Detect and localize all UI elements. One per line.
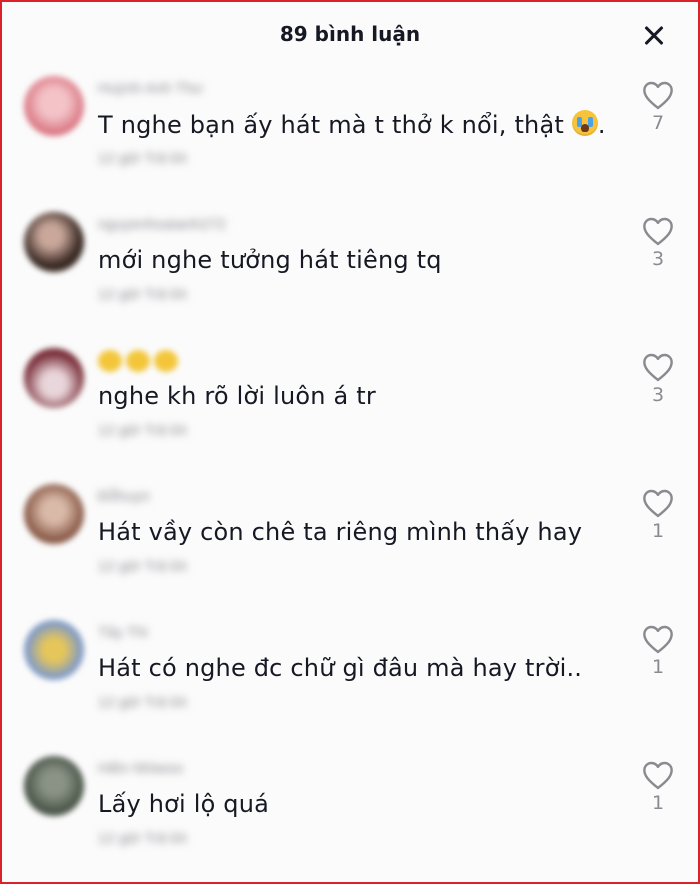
username-emoji[interactable]	[98, 350, 188, 372]
comment-meta[interactable]: 12 giờ Trả lời	[98, 694, 187, 711]
comment-meta[interactable]: 12 giờ Trả lời	[98, 150, 187, 167]
comment-text: nghe kh rõ lời luôn á tr	[98, 382, 376, 410]
comment-item: Hiền Nhiwoo Lấy hơi lộ quá 12 giờ Trả lờ…	[2, 756, 698, 892]
comment-meta[interactable]: 12 giờ Trả lời	[98, 422, 187, 439]
avatar[interactable]	[24, 212, 84, 272]
heart-icon	[643, 761, 673, 790]
like-button[interactable]: 1	[638, 624, 678, 678]
comment-username[interactable]: Đỗhuyn	[98, 488, 150, 505]
like-count: 1	[651, 520, 665, 542]
loudly-crying-face-icon	[571, 110, 598, 136]
like-button[interactable]: 7	[638, 80, 678, 134]
comment-username[interactable]: Tây Thi	[98, 624, 148, 641]
heart-icon	[643, 217, 673, 246]
comment-text: Hát có nghe đc chữ gì đâu mà hay trời..	[98, 654, 583, 682]
avatar[interactable]	[24, 756, 84, 816]
comment-meta[interactable]: 12 giờ Trả lời	[98, 286, 187, 303]
comment-username[interactable]: Hiền Nhiwoo	[98, 760, 183, 777]
comment-text-suffix: .	[597, 111, 606, 139]
avatar[interactable]	[24, 620, 84, 680]
comment-text: T nghe bạn ấy hát mà t thở k nổi, thật .	[98, 110, 606, 139]
avatar[interactable]	[24, 348, 84, 408]
comment-item: nguyenhoaianh272 mới nghe tưởng hát tiên…	[2, 212, 698, 348]
like-button[interactable]: 3	[638, 216, 678, 270]
comment-meta[interactable]: 12 giờ Trả lời	[98, 830, 187, 847]
comment-username[interactable]: Huỳnh Anh Thư	[98, 80, 203, 97]
comment-item: Huỳnh Anh Thư T nghe bạn ấy hát mà t thở…	[2, 76, 698, 212]
avatar[interactable]	[24, 76, 84, 136]
comment-text: Lấy hơi lộ quá	[98, 790, 270, 818]
avatar[interactable]	[24, 484, 84, 544]
comment-meta[interactable]: 12 giờ Trả lời	[98, 558, 187, 575]
comment-count-title: 89 bình luận	[279, 22, 421, 46]
comment-text: mới nghe tưởng hát tiêng tq	[98, 246, 442, 274]
heart-icon	[643, 81, 673, 110]
comment-item: nghe kh rõ lời luôn á tr 12 giờ Trả lời …	[2, 348, 698, 484]
comment-username[interactable]: nguyenhoaianh272	[98, 216, 226, 233]
comments-panel: 89 bình luận Huỳnh Anh Thư T nghe bạn ấy…	[0, 0, 700, 884]
like-count: 1	[651, 792, 665, 814]
comment-text: Hát vầy còn chê ta riêng mình thấy hay	[98, 518, 583, 546]
heart-icon	[643, 625, 673, 654]
comments-header: 89 bình luận	[2, 2, 698, 64]
heart-icon	[643, 353, 673, 382]
close-icon[interactable]	[638, 20, 670, 52]
comment-text-content: T nghe bạn ấy hát mà t thở k nổi, thật	[98, 111, 564, 139]
like-count: 7	[651, 112, 665, 134]
heart-icon	[643, 489, 673, 518]
like-button[interactable]: 1	[638, 760, 678, 814]
like-button[interactable]: 1	[638, 488, 678, 542]
like-count: 3	[651, 248, 665, 270]
comment-item: Tây Thi Hát có nghe đc chữ gì đâu mà hay…	[2, 620, 698, 756]
like-button[interactable]: 3	[638, 352, 678, 406]
comment-item: Đỗhuyn Hát vầy còn chê ta riêng mình thấ…	[2, 484, 698, 620]
like-count: 3	[651, 384, 665, 406]
like-count: 1	[651, 656, 665, 678]
